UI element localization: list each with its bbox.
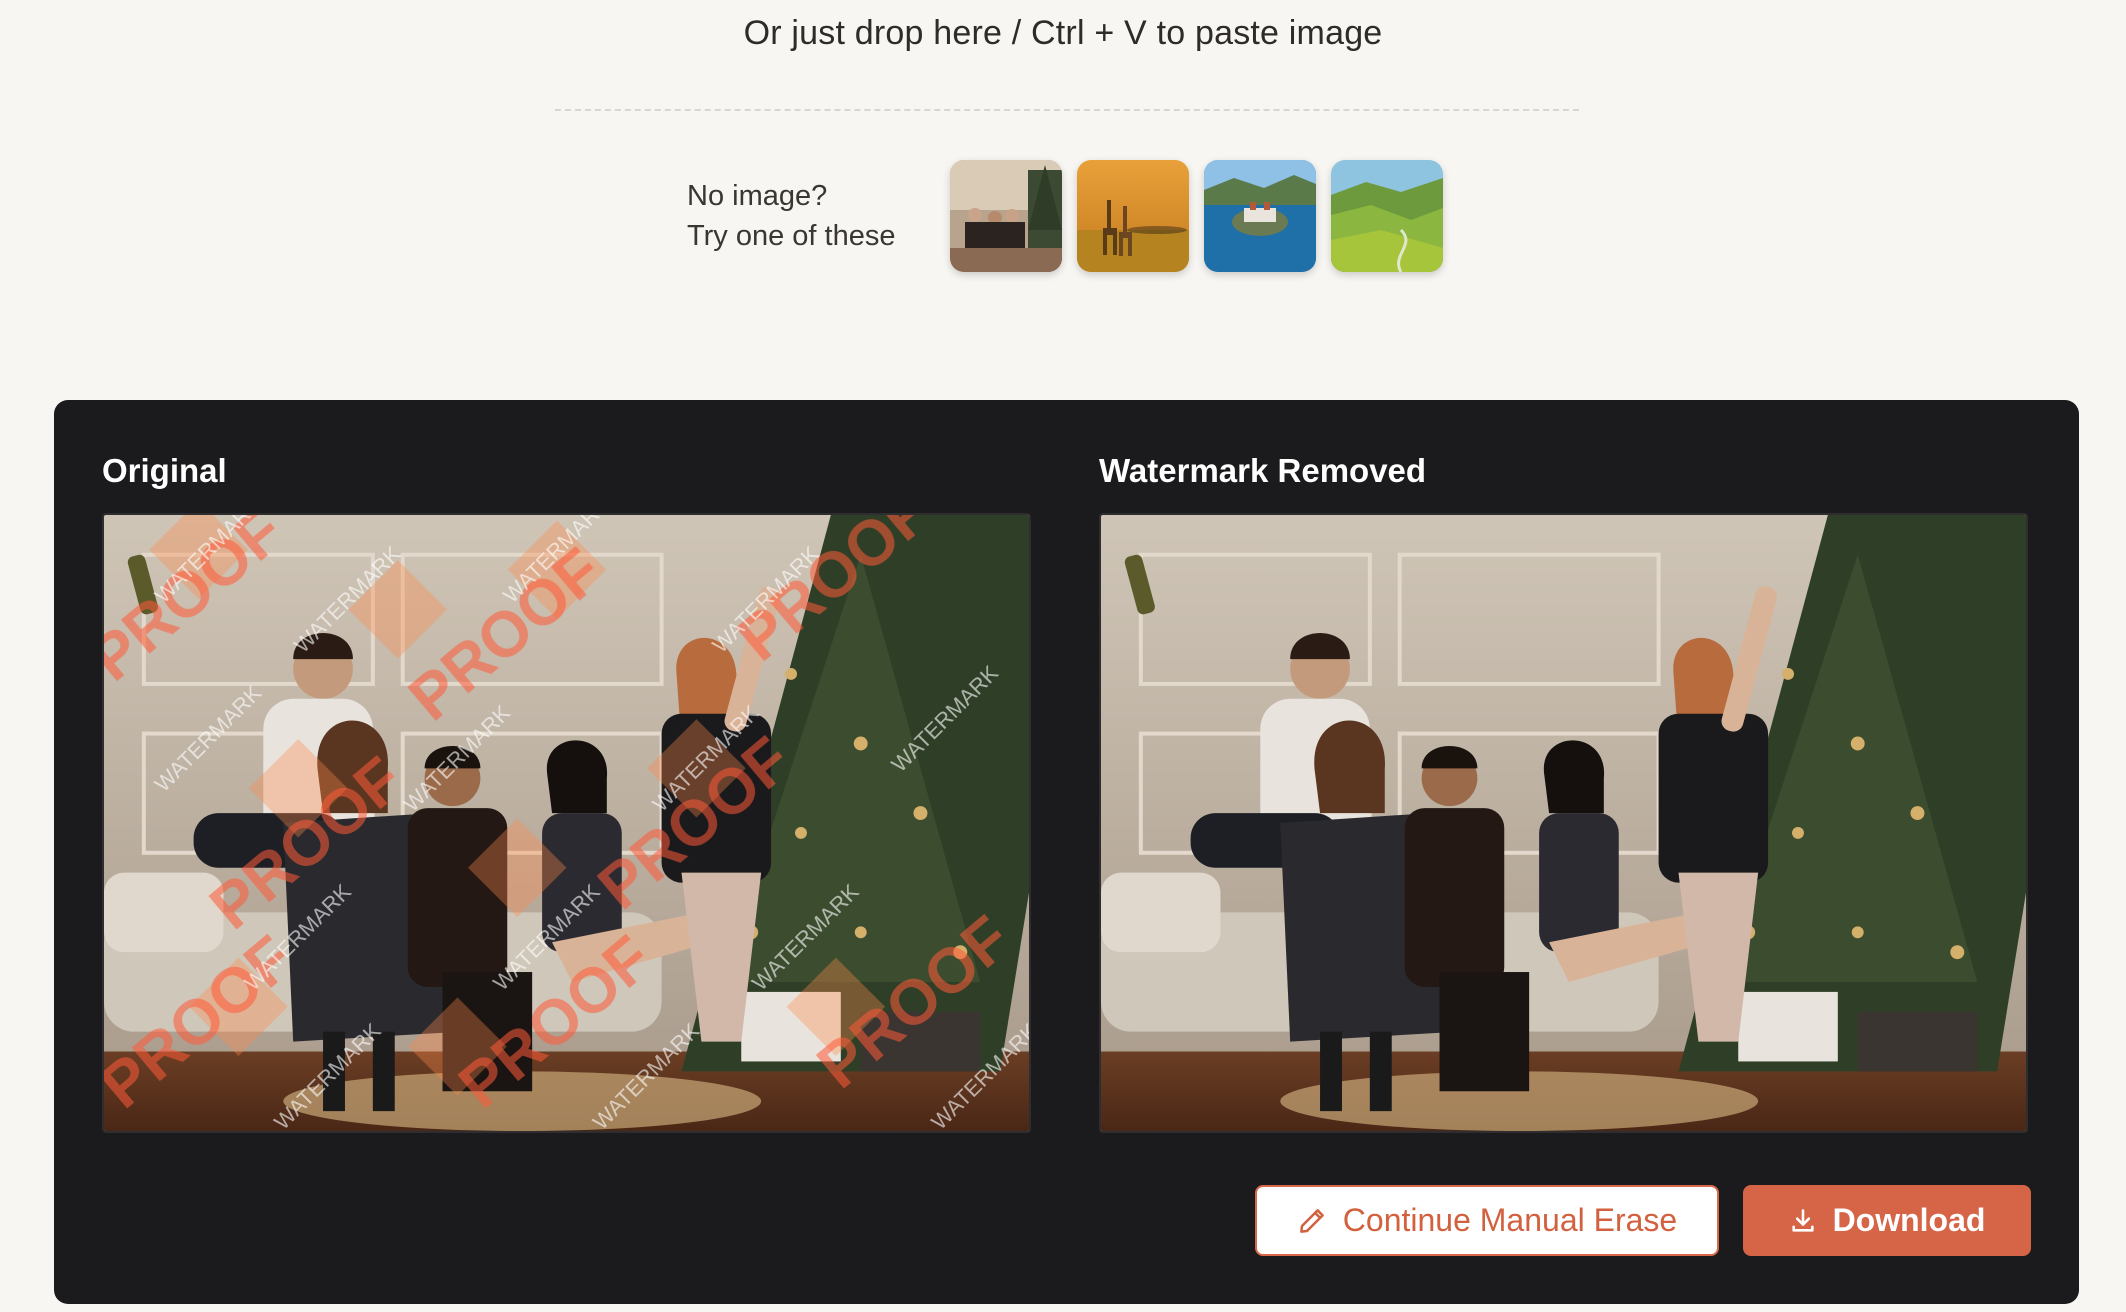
result-title: Watermark Removed (1099, 452, 1427, 489)
divider (555, 109, 1579, 111)
pencil-icon (1297, 1206, 1327, 1236)
sample-thumbnails (950, 160, 1443, 272)
sample-giraffes-thumbnail[interactable] (1077, 160, 1189, 272)
sample-valley-thumbnail[interactable] (1331, 160, 1443, 272)
samples-label: No image? Try one of these (687, 176, 895, 256)
original-image: PROOF PROOF PROOF PROOF PROOF PROOF PROO… (102, 513, 1031, 1133)
drop-hint: Or just drop here / Ctrl + V to paste im… (743, 14, 1383, 52)
sample-party-thumbnail[interactable] (950, 160, 1062, 272)
continue-manual-erase-label: Continue Manual Erase (1342, 1202, 1678, 1238)
samples-label-line2: Try one of these (687, 220, 896, 252)
download-icon (1789, 1207, 1817, 1235)
original-title: Original (102, 452, 227, 489)
download-button[interactable]: Download (1743, 1185, 2031, 1256)
download-label: Download (1832, 1202, 1986, 1238)
samples-label-line1: No image? (687, 180, 828, 212)
comparison-panel: Original Watermark Removed PROOF PROOF P… (54, 400, 2079, 1304)
sample-castle-thumbnail[interactable] (1204, 160, 1316, 272)
result-image (1099, 513, 2028, 1133)
continue-manual-erase-button[interactable]: Continue Manual Erase (1255, 1185, 1719, 1256)
